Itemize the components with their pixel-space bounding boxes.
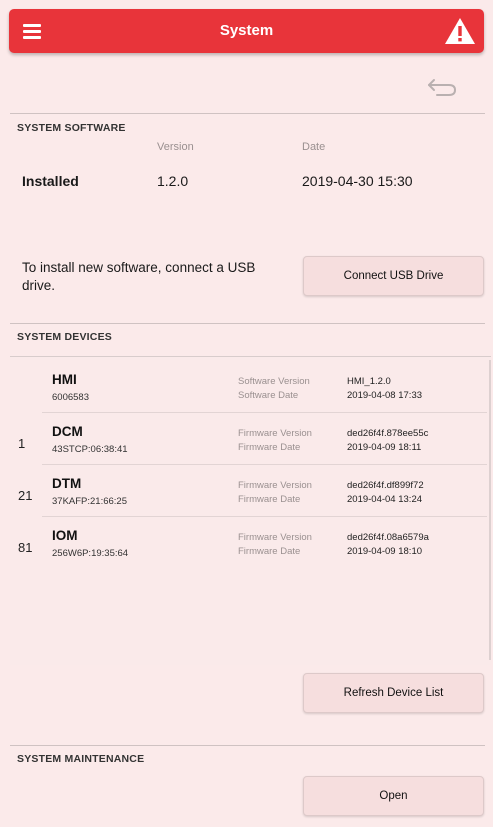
row-divider bbox=[42, 412, 487, 413]
divider bbox=[10, 113, 485, 114]
device-name: IOM bbox=[52, 528, 78, 543]
version-value: ded26f4f.878ee55c bbox=[347, 428, 429, 439]
device-list-scrollbar[interactable] bbox=[489, 360, 491, 660]
row-divider bbox=[42, 464, 487, 465]
install-prompt: To install new software, connect a USB d… bbox=[22, 260, 256, 293]
date-value: 2019-04-04 13:24 bbox=[347, 494, 423, 505]
date-label: Firmware Date bbox=[238, 546, 301, 557]
date-label: Firmware Date bbox=[238, 442, 301, 453]
maintenance-section-title: SYSTEM MAINTENANCE bbox=[17, 753, 145, 765]
date-label: Software Date bbox=[238, 390, 299, 401]
device-name: HMI bbox=[52, 372, 77, 387]
device-row-dcm[interactable]: 1 DCM 43STCP:06:38:41 Firmware Version F… bbox=[10, 415, 491, 467]
device-name: DTM bbox=[52, 476, 82, 491]
divider bbox=[10, 323, 485, 324]
device-serial: 37KAFP:21:66:25 bbox=[52, 496, 127, 507]
app-header: System bbox=[9, 9, 484, 53]
open-maintenance-button[interactable]: Open bbox=[303, 776, 484, 816]
device-id: 81 bbox=[18, 540, 33, 555]
version-label: Firmware Version bbox=[238, 532, 312, 543]
device-name: DCM bbox=[52, 424, 83, 439]
back-arrow-icon[interactable] bbox=[425, 74, 459, 98]
version-label: Software Version bbox=[238, 376, 310, 387]
version-value: ded26f4f.df899f72 bbox=[347, 480, 424, 491]
date-value: 2019-04-08 17:33 bbox=[347, 390, 423, 401]
date-column-header: Date bbox=[302, 141, 326, 153]
device-row-hmi[interactable]: HMI 6006583 Software Version Software Da… bbox=[10, 363, 491, 415]
device-list: HMI 6006583 Software Version Software Da… bbox=[10, 356, 491, 665]
date-label: Firmware Date bbox=[238, 494, 301, 505]
date-value: 2019-04-09 18:11 bbox=[347, 442, 422, 453]
installed-label: Installed bbox=[22, 173, 79, 189]
device-serial: 6006583 bbox=[52, 392, 89, 403]
date-value: 2019-04-09 18:10 bbox=[347, 546, 423, 557]
refresh-device-list-button[interactable]: Refresh Device List bbox=[303, 673, 484, 713]
device-serial: 256W6P:19:35:64 bbox=[52, 548, 129, 559]
version-label: Firmware Version bbox=[238, 480, 312, 491]
connect-usb-drive-button[interactable]: Connect USB Drive bbox=[303, 256, 484, 296]
version-column-header: Version bbox=[157, 141, 194, 153]
version-value: HMI_1.2.0 bbox=[347, 376, 391, 387]
device-row-iom[interactable]: 81 IOM 256W6P:19:35:64 Firmware Version … bbox=[10, 519, 491, 571]
installed-version: 1.2.0 bbox=[157, 173, 189, 189]
software-section-title: SYSTEM SOFTWARE bbox=[17, 122, 126, 134]
divider bbox=[10, 745, 485, 746]
device-serial: 43STCP:06:38:41 bbox=[52, 444, 128, 455]
page-title: System bbox=[219, 22, 274, 39]
installed-date: 2019-04-30 15:30 bbox=[302, 173, 413, 189]
version-value: ded26f4f.08a6579a bbox=[347, 532, 429, 543]
devices-section-title: SYSTEM DEVICES bbox=[17, 331, 112, 343]
version-label: Firmware Version bbox=[238, 428, 312, 439]
device-row-dtm[interactable]: 21 DTM 37KAFP:21:66:25 Firmware Version … bbox=[10, 467, 491, 519]
row-divider bbox=[42, 516, 487, 517]
warning-icon[interactable] bbox=[444, 16, 476, 46]
device-id: 1 bbox=[18, 436, 26, 451]
device-id: 21 bbox=[18, 488, 33, 503]
